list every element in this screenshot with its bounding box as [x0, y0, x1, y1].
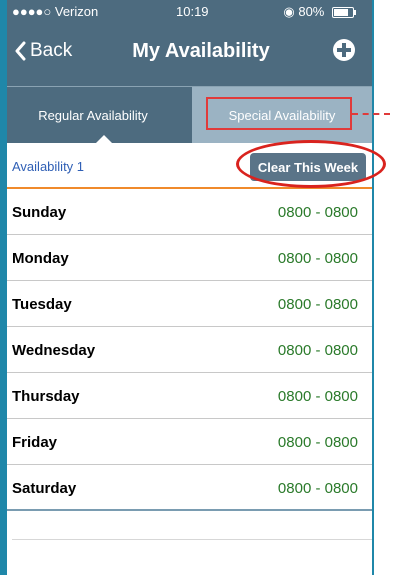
day-name: Saturday	[12, 480, 77, 497]
status-time: 10:19	[176, 4, 209, 19]
day-row-thursday[interactable]: Thursday 0800 - 0800	[0, 373, 372, 419]
day-name: Thursday	[12, 388, 80, 405]
battery-icon	[332, 7, 356, 19]
day-name: Wednesday	[12, 342, 96, 359]
day-name: Sunday	[12, 204, 67, 221]
tab-regular-availability[interactable]: Regular Availability	[0, 87, 186, 143]
day-time-range: 0800 - 0800	[277, 342, 358, 359]
day-time-range: 0800 - 0800	[277, 388, 358, 405]
selected-tab-indicator	[96, 135, 112, 143]
day-row-monday[interactable]: Monday 0800 - 0800	[0, 235, 372, 281]
page-title: My Availability	[132, 40, 270, 62]
device-frame-right	[372, 0, 374, 575]
status-bar: ●●●●○ Verizon 10:19 ◉ 80%	[0, 0, 372, 24]
day-time-range: 0800 - 0800	[277, 480, 358, 497]
app-screen: ●●●●○ Verizon 10:19 ◉ 80% Back My Availa…	[0, 0, 372, 575]
plus-circle-icon	[333, 39, 355, 61]
battery-percent: 80%	[298, 4, 325, 19]
battery-status: ◉ 80%	[283, 4, 356, 20]
day-time-range: 0800 - 0800	[277, 250, 358, 267]
day-row-tuesday[interactable]: Tuesday 0800 - 0800	[0, 281, 372, 327]
device-frame-left	[0, 0, 7, 575]
day-row-saturday[interactable]: Saturday 0800 - 0800	[0, 465, 372, 511]
day-name: Tuesday	[12, 296, 72, 313]
day-time-range: 0800 - 0800	[277, 204, 358, 221]
nav-bar: Back My Availability	[0, 24, 372, 86]
alarm-icon: ◉	[283, 4, 295, 19]
annotation-highlight-box	[206, 97, 352, 130]
day-row-wednesday[interactable]: Wednesday 0800 - 0800	[0, 327, 372, 373]
annotation-highlight-ellipse	[236, 140, 386, 188]
day-time-range: 0800 - 0800	[277, 434, 358, 451]
tab-regular-label: Regular Availability	[38, 107, 148, 123]
day-row-friday[interactable]: Friday 0800 - 0800	[0, 419, 372, 465]
carrier-signal: ●●●●○ Verizon	[12, 4, 99, 19]
day-time-range: 0800 - 0800	[277, 296, 358, 313]
availability-name: Availability 1	[12, 159, 85, 174]
day-name: Friday	[12, 434, 58, 451]
annotation-pointer-line	[352, 113, 390, 115]
day-row-sunday[interactable]: Sunday 0800 - 0800	[0, 189, 372, 235]
add-button[interactable]	[332, 38, 356, 67]
weekday-list: Sunday 0800 - 0800 Monday 0800 - 0800 Tuesda…	[0, 189, 372, 511]
empty-row-divider	[12, 539, 372, 540]
day-name: Monday	[12, 250, 69, 267]
